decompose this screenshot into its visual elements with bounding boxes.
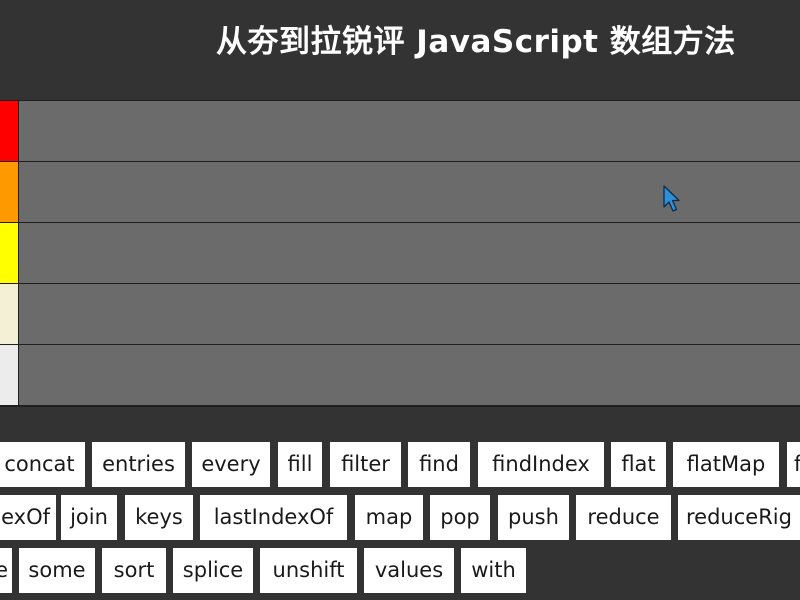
page-title: 从夯到拉锐评 JavaScript 数组方法 — [216, 24, 736, 60]
method-chip-values[interactable]: values — [364, 548, 454, 593]
tier-list-page: 从夯到拉锐评 JavaScript 数组方法 concat entries ev… — [0, 0, 800, 600]
tier-label-red — [0, 101, 18, 161]
tier-row-1 — [0, 101, 800, 161]
method-chip-lastIndexOf[interactable]: lastIndexOf — [200, 495, 347, 540]
method-chip-indexOf-clipped[interactable]: exOf — [0, 495, 56, 540]
method-chip-filter[interactable]: filter — [330, 442, 401, 487]
method-chip-pop[interactable]: pop — [430, 495, 490, 540]
tier-dropzone-3[interactable] — [19, 223, 800, 283]
tier-dropzone-1[interactable] — [19, 101, 800, 161]
mouse-pointer-icon — [662, 185, 682, 213]
method-chip-findIndex[interactable]: findIndex — [478, 442, 604, 487]
method-chip-splice[interactable]: splice — [173, 548, 253, 593]
method-chip-f-clipped[interactable]: f — [787, 442, 800, 487]
tier-label-yellow — [0, 223, 18, 283]
tier-label-orange — [0, 162, 18, 222]
method-chip-sort[interactable]: sort — [102, 548, 166, 593]
method-chip-unshift[interactable]: unshift — [260, 548, 357, 593]
method-chip-flatMap[interactable]: flatMap — [673, 442, 779, 487]
tier-label-cream — [0, 284, 18, 344]
method-chip-clipped-left[interactable]: e — [0, 548, 12, 593]
method-chip-keys[interactable]: keys — [125, 495, 193, 540]
method-chip-map[interactable]: map — [355, 495, 423, 540]
method-chip-entries[interactable]: entries — [92, 442, 185, 487]
method-chip-every[interactable]: every — [192, 442, 270, 487]
tier-label-white — [0, 345, 18, 405]
tier-dropzone-2[interactable] — [19, 162, 800, 222]
tier-row-3 — [0, 223, 800, 283]
tier-row-4 — [0, 284, 800, 344]
tier-dropzone-5[interactable] — [19, 345, 800, 405]
method-chip-find[interactable]: find — [408, 442, 470, 487]
method-chip-push[interactable]: push — [498, 495, 569, 540]
method-chip-reduceRight-clipped[interactable]: reduceRig — [678, 495, 800, 540]
tier-row-5 — [0, 345, 800, 405]
method-chip-with[interactable]: with — [461, 548, 526, 593]
method-chip-join[interactable]: join — [61, 495, 117, 540]
method-chip-reduce[interactable]: reduce — [576, 495, 671, 540]
method-chip-fill[interactable]: fill — [278, 442, 322, 487]
tier-dropzone-4[interactable] — [19, 284, 800, 344]
method-chip-some[interactable]: some — [19, 548, 95, 593]
tier-board — [0, 100, 800, 407]
method-chip-flat[interactable]: flat — [611, 442, 666, 487]
method-chip-concat[interactable]: concat — [0, 442, 85, 487]
